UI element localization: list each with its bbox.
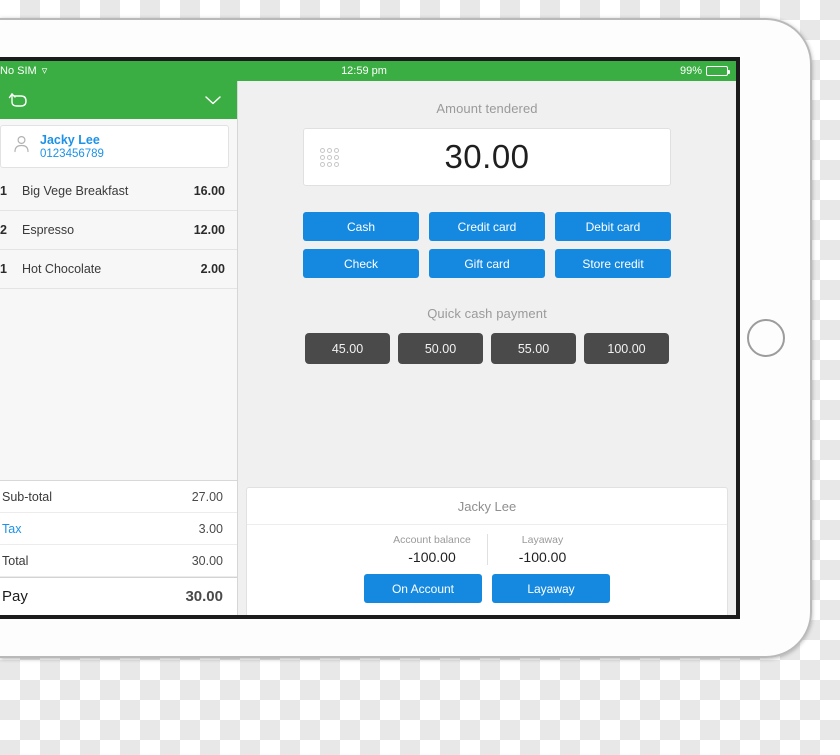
chevron-down-icon[interactable]	[203, 93, 223, 107]
customer-phone: 0123456789	[40, 148, 104, 160]
account-action-button[interactable]: On Account	[364, 574, 482, 603]
line-item-price: 16.00	[193, 184, 225, 198]
line-item-row[interactable]: 1 Hot Chocolate 2.00	[0, 250, 237, 289]
account-stat-label: Layaway	[521, 534, 564, 546]
person-icon	[13, 135, 30, 158]
payment-controls: Amount tendered 30.00 Cash Credit card Deb…	[238, 81, 736, 487]
total-label: Total	[2, 553, 29, 568]
customer-panel-title: Jacky Lee	[247, 488, 727, 525]
customer-account-stats: Account balance -100.00 Layaway -100.00	[247, 534, 727, 565]
line-item-name: Big Vege Breakfast	[22, 184, 129, 198]
payment-method-button[interactable]: Store credit	[555, 249, 671, 278]
quick-cash-button[interactable]: 55.00	[491, 333, 576, 364]
carrier-label: No SIM	[0, 65, 37, 77]
customer-account-actions: On Account Layaway	[247, 574, 727, 603]
customer-name: Jacky Lee	[40, 133, 100, 147]
total-value: 30.00	[191, 553, 223, 568]
total-row[interactable]: Tax 3.00	[0, 513, 237, 545]
total-value: 30.00	[185, 588, 223, 605]
quick-cash-button[interactable]: 50.00	[398, 333, 483, 364]
quick-cash-button[interactable]: 100.00	[584, 333, 669, 364]
total-label: Sub-total	[2, 489, 53, 504]
pay-total-row: Pay 30.00	[0, 577, 237, 615]
status-bar-left: No SIM ▿	[0, 65, 47, 77]
quick-cash-buttons: 45.00 50.00 55.00 100.00	[305, 333, 669, 364]
status-bar-clock: 12:59 pm	[341, 65, 387, 77]
status-bar: No SIM ▿ 12:59 pm 99%	[0, 61, 736, 81]
account-stat-label: Account balance	[393, 534, 471, 546]
payment-method-buttons: Cash Credit card Debit card Check Gift card S…	[303, 212, 671, 278]
app-body: Jacky Lee 0123456789 1 Big Vege Breakfast…	[0, 81, 736, 615]
line-item-qty: 2	[0, 223, 7, 237]
undo-arrow-icon[interactable]	[8, 90, 30, 110]
line-item-name: Hot Chocolate	[22, 262, 102, 276]
total-value: 3.00	[198, 521, 223, 536]
status-bar-right: 99%	[679, 65, 730, 77]
ipad-device-frame: No SIM ▿ 12:59 pm 99% Jacky Lee 01234567…	[0, 18, 812, 658]
home-button[interactable]	[747, 319, 785, 357]
total-label: Pay	[2, 588, 28, 605]
quick-cash-label: Quick cash payment	[427, 306, 547, 321]
app-viewport: No SIM ▿ 12:59 pm 99% Jacky Lee 01234567…	[0, 61, 736, 615]
line-item-price: 12.00	[193, 223, 225, 237]
totals-section: Sub-total 27.00 Tax 3.00 Total 30.00 Pay 30.00	[0, 480, 237, 615]
amount-tendered-label: Amount tendered	[436, 101, 538, 116]
total-value: 27.00	[191, 489, 223, 504]
amount-tendered-field[interactable]: 30.00	[303, 128, 671, 186]
line-item-name: Espresso	[22, 223, 75, 237]
line-item-qty: 1	[0, 184, 7, 198]
total-row: Sub-total 27.00	[0, 481, 237, 513]
account-action-button[interactable]: Layaway	[492, 574, 610, 603]
sidebar-header	[0, 81, 237, 119]
account-stat: Layaway -100.00	[487, 534, 597, 565]
line-item-row[interactable]: 2 Espresso 12.00	[0, 211, 237, 250]
customer-panel-body: Account balance -100.00 Layaway -100.00 On …	[247, 525, 727, 615]
payment-method-button[interactable]: Debit card	[555, 212, 671, 241]
sale-sidebar: Jacky Lee 0123456789 1 Big Vege Breakfast…	[0, 81, 238, 615]
line-items-list[interactable]: 1 Big Vege Breakfast 16.00 2 Espresso 12.00 1 H…	[0, 172, 237, 480]
wifi-icon: ▿	[41, 64, 48, 77]
total-label: Tax	[2, 521, 22, 536]
payment-method-button[interactable]: Cash	[303, 212, 419, 241]
battery-icon	[706, 66, 730, 76]
quick-cash-button[interactable]: 45.00	[305, 333, 390, 364]
amount-tendered-value: 30.00	[444, 138, 530, 175]
account-stat: Account balance -100.00	[377, 534, 487, 565]
total-row: Total 30.00	[0, 545, 237, 577]
battery-percent-label: 99%	[679, 65, 702, 77]
customer-account-panel: Jacky Lee Account balance -100.00 Layaway -…	[246, 487, 728, 615]
line-item-qty: 1	[0, 262, 7, 276]
line-item-price: 2.00	[200, 262, 225, 276]
payment-method-button[interactable]: Gift card	[429, 249, 545, 278]
line-item-row[interactable]: 1 Big Vege Breakfast 16.00	[0, 172, 237, 211]
account-stat-value: -100.00	[518, 549, 567, 565]
ipad-screen: No SIM ▿ 12:59 pm 99% Jacky Lee 01234567…	[0, 57, 740, 619]
payment-method-button[interactable]: Credit card	[429, 212, 545, 241]
customer-card-text: Jacky Lee 0123456789	[40, 133, 104, 160]
account-stat-value: -100.00	[408, 549, 456, 565]
payment-pane: Amount tendered 30.00 Cash Credit card Deb…	[238, 81, 736, 615]
keypad-grid-icon[interactable]	[320, 147, 339, 167]
customer-card[interactable]: Jacky Lee 0123456789	[0, 125, 229, 168]
payment-method-button[interactable]: Check	[303, 249, 419, 278]
